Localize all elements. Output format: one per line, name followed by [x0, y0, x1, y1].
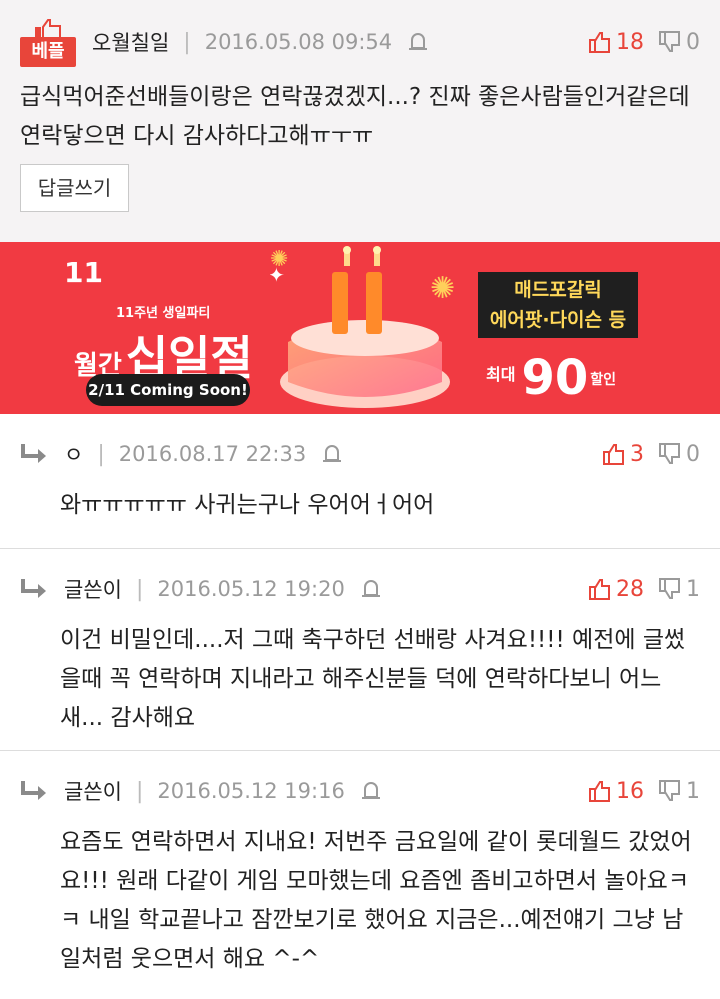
- comment-date: 2016.05.12 19:16: [157, 779, 345, 803]
- downvote-button[interactable]: 1: [658, 779, 700, 804]
- divider: |: [183, 29, 191, 55]
- thumbs-up-icon: [589, 579, 610, 600]
- comment-date: 2016.05.12 19:20: [157, 577, 345, 601]
- downvote-button[interactable]: 1: [658, 577, 700, 602]
- downvote-count: 1: [686, 576, 700, 602]
- comment-author[interactable]: 오월칠일: [92, 27, 169, 57]
- upvote-button[interactable]: 28: [588, 577, 644, 602]
- comment-meta: 글쓴이 | 2016.05.12 19:16 16 1: [20, 751, 700, 831]
- divider: |: [135, 778, 144, 804]
- reply-arrow-icon: [21, 444, 46, 463]
- divider: |: [135, 576, 144, 602]
- comment-body: 와ㅠㅠㅠㅠㅠ 사귀는구나 우어어ㅓ어어: [60, 492, 435, 518]
- reply-arrow-icon: [21, 579, 46, 598]
- best-label: 베플: [20, 37, 76, 67]
- upvote-count: 16: [616, 778, 644, 804]
- thumbs-down-icon: [659, 443, 680, 464]
- best-comment: 베플 오월칠일 | 2016.05.08 09:54 18 0 급식먹어준선배들…: [0, 0, 720, 242]
- downvote-count: 0: [686, 29, 700, 55]
- comment-body: 요즘도 연락하면서 지내요! 저번주 금요일에 같이 롯데월드 갔었어요!!! …: [60, 829, 692, 972]
- svg-text:✺: ✺: [270, 247, 288, 272]
- reply-item: ㅇ | 2016.08.17 22:33 3 0 와ㅠㅠㅠㅠㅠ 사귀는구나 우어…: [0, 414, 720, 549]
- upvote-button[interactable]: 3: [602, 442, 644, 467]
- ad-promo-box: 매드포갈릭 에어팟·다이슨 등: [478, 272, 638, 338]
- downvote-count: 0: [686, 441, 700, 467]
- birthday-cake-image: ✦ ✺ ✺: [270, 246, 455, 408]
- ad-coming-soon-pill: 2/11 Coming Soon!: [86, 374, 250, 406]
- ad-promo-line1: 매드포갈릭: [514, 279, 602, 301]
- upvote-button[interactable]: 18: [588, 30, 644, 55]
- thumbs-up-icon: [603, 444, 624, 465]
- downvote-count: 1: [686, 778, 700, 804]
- ad-promo-line2: 에어팟·다이슨 등: [489, 309, 627, 331]
- comment-body: 이건 비밀인데....저 그때 축구하던 선배랑 사겨요!!!! 예전에 글썼을…: [60, 627, 686, 731]
- best-badge: 베플: [20, 19, 76, 67]
- upvote-count: 28: [616, 576, 644, 602]
- downvote-button[interactable]: 0: [658, 442, 700, 467]
- upvote-count: 18: [616, 29, 644, 55]
- report-bell-icon[interactable]: [359, 577, 383, 601]
- report-bell-icon[interactable]: [359, 779, 383, 803]
- report-bell-icon[interactable]: [320, 442, 344, 466]
- divider: |: [97, 441, 105, 467]
- thumbs-up-icon: [589, 781, 610, 802]
- upvote-count: 3: [630, 441, 644, 467]
- comment-author[interactable]: 글쓴이: [64, 776, 122, 806]
- ad-discount-suffix: 할인: [590, 372, 617, 388]
- ad-logo: 11: [64, 256, 103, 289]
- ad-discount-prefix: 최대: [486, 365, 516, 384]
- report-bell-icon[interactable]: [406, 30, 430, 54]
- comment-meta: 글쓴이 | 2016.05.12 19:20 28 1: [20, 549, 700, 629]
- reply-item: 글쓴이 | 2016.05.12 19:16 16 1 요즘도 연락하면서 지내…: [0, 751, 720, 999]
- comment-date: 2016.05.08 09:54: [204, 30, 393, 54]
- comment-author[interactable]: ㅇ: [64, 439, 83, 469]
- thumbs-down-icon: [659, 578, 680, 599]
- ad-discount-value: 90: [521, 350, 589, 406]
- ad-subtitle: 11주년 생일파티: [116, 306, 211, 321]
- comment-date: 2016.08.17 22:33: [118, 442, 307, 466]
- svg-text:✺: ✺: [430, 271, 455, 306]
- downvote-button[interactable]: 0: [658, 30, 700, 55]
- upvote-button[interactable]: 16: [588, 779, 644, 804]
- ad-discount: 최대 90 할인: [486, 350, 616, 406]
- comment-body: 급식먹어준선배들이랑은 연락끊겼겠지...? 진짜 좋은사람들인거같은데 연락닿…: [20, 84, 690, 149]
- comment-meta: 베플 오월칠일 | 2016.05.08 09:54 18 0: [20, 0, 700, 84]
- thumbs-up-icon: [589, 32, 610, 53]
- reply-item: 글쓴이 | 2016.05.12 19:20 28 1 이건 비밀인데....저…: [0, 549, 720, 751]
- ad-banner[interactable]: 11 11주년 생일파티 월간십일절 2/11 Coming Soon! ✦ ✺…: [0, 242, 720, 414]
- thumbs-down-icon: [659, 780, 680, 801]
- reply-arrow-icon: [21, 781, 46, 800]
- thumbs-down-icon: [659, 31, 680, 52]
- comment-author[interactable]: 글쓴이: [64, 574, 122, 604]
- comment-meta: ㅇ | 2016.08.17 22:33 3 0: [20, 414, 700, 494]
- write-reply-button[interactable]: 답글쓰기: [20, 164, 129, 212]
